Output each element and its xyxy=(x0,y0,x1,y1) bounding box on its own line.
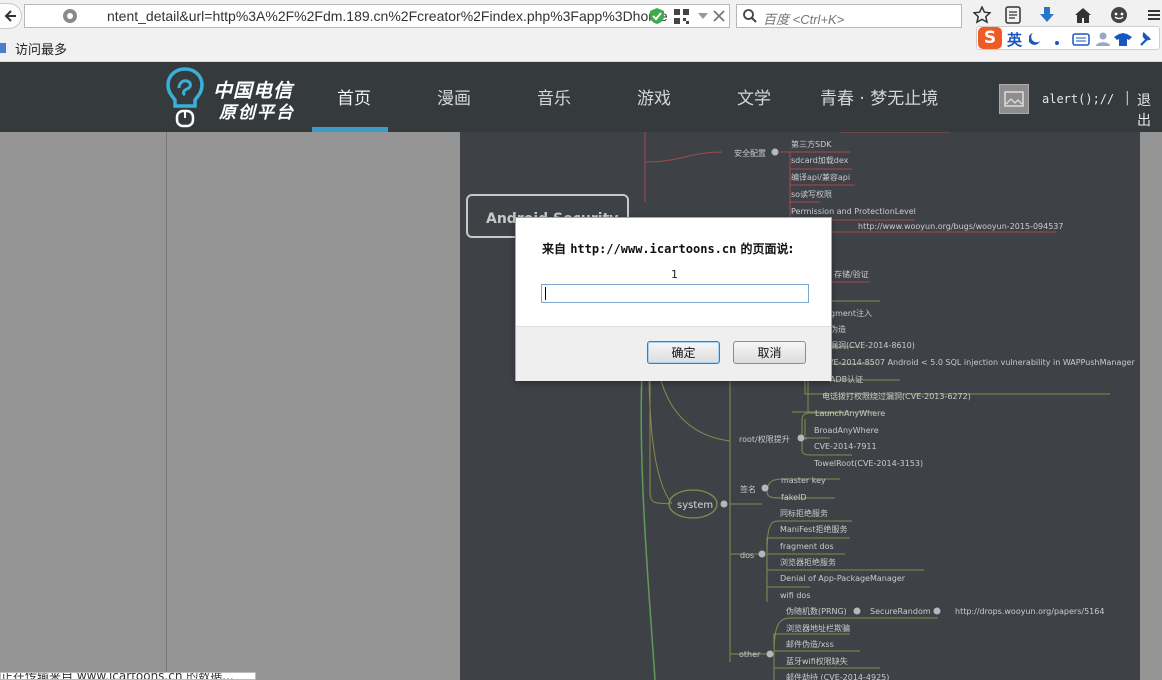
download-icon[interactable] xyxy=(1037,5,1057,25)
page-body: Android Security system 安全配置 root/权限提升 签… xyxy=(0,132,1162,680)
mindmap-leaf: 编译api/兼容api xyxy=(791,172,850,182)
search-placeholder: 百度 <Ctrl+K> xyxy=(763,12,845,27)
mindmap-leaf: http://www.wooyun.org/bugs/wooyun-2015-0… xyxy=(858,222,1063,231)
mindmap-leaf: VE-2014-8507 Android < 5.0 SQL injection… xyxy=(828,358,1135,367)
back-arrow-icon xyxy=(4,10,16,22)
sogou-logo-icon: S xyxy=(978,27,1002,49)
mindmap-leaf: 存储/验证 xyxy=(834,269,869,279)
image-placeholder-icon xyxy=(1004,91,1024,107)
cancel-button[interactable]: 取消 xyxy=(733,341,806,364)
mindmap-leaf: 浏览器拒绝服务 xyxy=(780,557,836,567)
status-text: 正在传输来自 www.icartoons.cn 的数据... xyxy=(1,672,234,680)
bookmark-folder-icon xyxy=(0,37,10,57)
dialog-title-prefix: 来自 xyxy=(542,242,571,256)
nav-youth[interactable]: 青春 · 梦无止境 xyxy=(820,84,938,109)
nav-home[interactable]: 首页 xyxy=(337,84,371,109)
mindmap-leaf: fakeID xyxy=(781,493,807,502)
mindmap-leaf: 伪随机数(PRNG) xyxy=(786,606,847,616)
mindmap-leaf: 同标拒绝服务 xyxy=(780,508,828,518)
mindmap-leaf: 电话拨打权限绕过漏洞(CVE-2013-6272) xyxy=(822,391,971,401)
mindmap-leaf: sdcard加载dex xyxy=(791,155,849,165)
qrcode-icon[interactable] xyxy=(671,6,691,26)
dialog-title-suffix: 的页面说: xyxy=(736,242,794,256)
mindmap-leaf: 邮件伪造/xss xyxy=(786,639,834,649)
nav-literature[interactable]: 文学 xyxy=(737,84,771,109)
mindmap-leaf: Denial of App-PackageManager xyxy=(780,574,906,583)
mindmap-leaf: master key xyxy=(781,476,826,485)
mindmap-leaf: ADB认证 xyxy=(830,374,863,384)
bookmark-most-visited[interactable]: 访问最多 xyxy=(15,39,67,58)
mindmap-branch-system: system xyxy=(677,500,713,511)
reading-list-icon[interactable] xyxy=(1003,5,1023,25)
mindmap-leaf: 漏洞(CVE-2014-8610) xyxy=(830,340,915,350)
mindmap-branch-security-config: 安全配置 xyxy=(734,148,766,158)
mindmap-leaf: 伪造 xyxy=(830,324,846,334)
ime-language[interactable]: 英 xyxy=(1007,29,1022,50)
mindmap-leaf: 蓝牙wifi权限缺失 xyxy=(786,656,848,666)
site-header: 中国电信 原创平台 首页 漫画 音乐 游戏 文学 青春 · 梦无止境 alert… xyxy=(0,62,1162,132)
mindmap-leaf: Permission and ProtectionLevel xyxy=(791,207,916,216)
mindmap-leaf: TowelRoot(CVE-2014-3153) xyxy=(813,459,923,468)
dialog-message: 1 xyxy=(671,268,678,281)
dialog-input[interactable] xyxy=(541,284,809,303)
text-caret xyxy=(545,287,546,300)
ime-toolbar[interactable]: S 英 xyxy=(976,26,1160,50)
dialog-footer: 确定 取消 xyxy=(516,326,831,381)
mindmap-leaf: wifi dos xyxy=(780,591,811,600)
mindmap-leaf: 邮件劫持 (CVE-2014-4925) xyxy=(786,672,889,680)
home-icon[interactable] xyxy=(1073,5,1093,25)
back-button[interactable] xyxy=(0,3,22,29)
mindmap-leaf: gment注入 xyxy=(830,308,872,318)
mindmap-branch-dos: dos xyxy=(740,551,754,560)
avatar[interactable] xyxy=(999,84,1029,114)
mindmap-leaf: ManiFest拒绝服务 xyxy=(780,524,848,534)
nav-music[interactable]: 音乐 xyxy=(537,84,571,109)
nav-games[interactable]: 游戏 xyxy=(637,84,671,109)
mindmap-leaf: SecureRandom xyxy=(870,607,931,616)
mindmap-leaf: so读写权限 xyxy=(791,189,832,199)
logo-subtitle: 原创平台 xyxy=(219,103,295,123)
prompt-dialog: 来自 http://www.icartoons.cn 的页面说: 1 确定 取消 xyxy=(515,217,832,381)
mindmap-leaf: 第三方SDK xyxy=(791,139,832,149)
globe-icon xyxy=(60,6,80,26)
chat-icon[interactable] xyxy=(1109,5,1129,25)
left-divider xyxy=(166,132,167,680)
menu-icon[interactable] xyxy=(1144,5,1162,25)
username[interactable]: alert();// xyxy=(1042,92,1114,106)
url-bar[interactable]: ntent_detail&url=http%3A%2F%2Fdm.189.cn%… xyxy=(24,4,730,28)
ok-button[interactable]: 确定 xyxy=(647,341,720,364)
status-bar: 正在传输来自 www.icartoons.cn 的数据... xyxy=(0,672,256,680)
header-separator: | xyxy=(1125,90,1130,106)
mindmap-leaf: LaunchAnyWhere xyxy=(815,409,885,418)
mindmap-leaf: http://drops.wooyun.org/papers/5164 xyxy=(955,607,1104,616)
mindmap-leaf: 浏览器地址栏欺骗 xyxy=(786,623,850,633)
lightbulb-logo-icon[interactable] xyxy=(165,66,205,130)
dialog-title: 来自 http://www.icartoons.cn 的页面说: xyxy=(542,240,793,257)
url-text: ntent_detail&url=http%3A%2F%2Fdm.189.cn%… xyxy=(107,8,667,24)
nav-comics[interactable]: 漫画 xyxy=(437,84,471,109)
mindmap-leaf: CVE-2014-7911 xyxy=(814,442,877,451)
mindmap-leaf: BroadAnyWhere xyxy=(814,426,879,435)
logout-link[interactable]: 退出 xyxy=(1137,90,1162,130)
ime-tools-icon[interactable] xyxy=(1029,31,1155,47)
search-input[interactable]: 百度 <Ctrl+K> xyxy=(736,4,962,28)
shield-check-icon[interactable] xyxy=(647,6,667,26)
mindmap-leaf: fragment dos xyxy=(780,542,834,551)
mindmap-branch-root: root/权限提升 xyxy=(739,434,790,444)
search-icon xyxy=(740,6,760,26)
reload-icon[interactable] xyxy=(709,6,729,26)
mindmap-branch-other: other xyxy=(739,650,761,659)
star-icon[interactable] xyxy=(972,5,992,25)
mindmap-image: Android Security system 安全配置 root/权限提升 签… xyxy=(460,132,1140,680)
mindmap-branch-signature: 签名 xyxy=(740,484,756,494)
dialog-title-url: http://www.icartoons.cn xyxy=(570,242,737,256)
